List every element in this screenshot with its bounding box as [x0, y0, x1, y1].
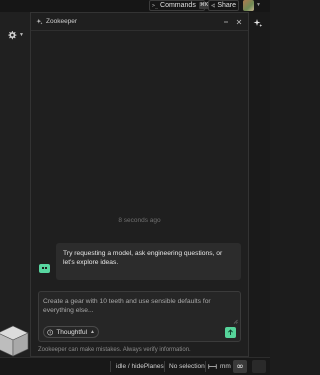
share-icon [211, 3, 216, 8]
arrow-up-icon [228, 329, 233, 335]
status-extra-button[interactable] [252, 360, 266, 373]
chat-input-box[interactable]: Create a gear with 10 teeth and use sens… [38, 291, 241, 342]
share-label: Share [217, 2, 236, 9]
lightbulb-icon [47, 329, 53, 335]
reasoning-mode-select[interactable]: Thoughtful ▲ [43, 326, 99, 338]
status-divider [205, 361, 206, 372]
status-bar: idle / hidePlanes No selection mm ∞ [0, 357, 270, 375]
terminal-icon: >_ [152, 2, 159, 9]
chevron-down-icon[interactable]: ▼ [256, 2, 261, 8]
gear-icon [8, 31, 17, 40]
units-label: mm [220, 363, 231, 370]
share-button[interactable]: Share [208, 0, 239, 11]
panel-header: Zookeeper [31, 13, 248, 31]
send-button[interactable] [225, 327, 236, 338]
selection-status[interactable]: No selection [169, 358, 205, 375]
disclaimer-text: Zookeeper can make mistakes. Always veri… [38, 347, 191, 353]
ruler-icon [208, 364, 217, 369]
minimize-icon [223, 21, 228, 22]
prompt-input[interactable]: Create a gear with 10 teeth and use sens… [43, 297, 233, 315]
sparkle-icon [36, 18, 43, 25]
settings-menu[interactable]: ▼ [7, 30, 24, 40]
infinity-toggle[interactable]: ∞ [233, 360, 247, 373]
close-button[interactable] [234, 17, 243, 26]
chevron-down-icon: ▼ [19, 32, 24, 38]
close-icon [236, 19, 241, 24]
minimize-button[interactable] [221, 17, 230, 26]
mode-label: Thoughtful [56, 328, 88, 336]
zookeeper-bot-icon [39, 264, 50, 273]
command-status[interactable]: idle / hidePlanes [116, 358, 164, 375]
status-divider [110, 361, 111, 372]
status-divider [164, 361, 165, 372]
resize-grip-icon[interactable] [233, 319, 238, 324]
orientation-cube[interactable] [0, 324, 30, 358]
chevron-up-icon: ▲ [90, 329, 95, 335]
assistant-message: Try requesting a model, ask engineering … [56, 243, 241, 280]
avatar[interactable] [243, 0, 254, 11]
panel-title: Zookeeper [46, 18, 78, 25]
units-select[interactable]: mm [208, 358, 231, 375]
left-viewport-strip: ▼ [0, 12, 32, 357]
message-timestamp: 8 seconds ago [118, 217, 161, 224]
top-bar: >_ Commands ⌘K Share ▼ [0, 0, 270, 12]
sparkle-icon[interactable] [253, 18, 263, 28]
commands-button[interactable]: >_ Commands ⌘K [149, 0, 210, 11]
commands-label: Commands [160, 2, 196, 9]
zookeeper-panel: Zookeeper 8 seconds ago Try requesting a… [30, 12, 249, 357]
right-toolbar [249, 12, 270, 357]
